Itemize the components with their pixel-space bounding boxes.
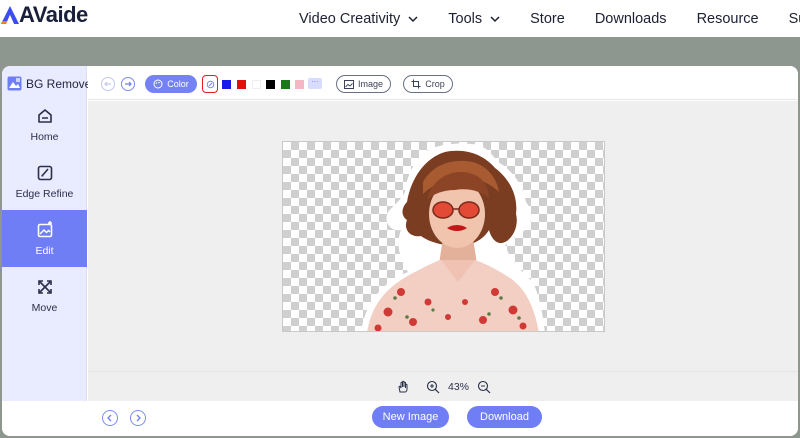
nav-store[interactable]: Store — [530, 11, 565, 27]
zoom-out-icon[interactable] — [477, 380, 491, 394]
swatch-pink[interactable] — [295, 80, 304, 89]
app-title: BG Remover — [7, 76, 95, 91]
new-image-button[interactable]: New Image — [372, 406, 449, 428]
sidebar-item-label: Edit — [35, 244, 54, 257]
sidebar-item-label: Home — [30, 130, 59, 143]
sidebar-item-edge-refine[interactable]: Edge Refine — [2, 153, 87, 210]
home-icon — [37, 108, 52, 123]
more-colors-button[interactable]: ··· — [308, 78, 322, 89]
zoom-in-icon[interactable] — [426, 380, 440, 394]
nav-label: Video Creativity — [299, 10, 401, 27]
image-button[interactable]: Image — [336, 75, 391, 93]
swatch-blue[interactable] — [222, 80, 231, 89]
next-button[interactable] — [130, 410, 146, 426]
crop-icon — [411, 79, 421, 89]
crop-button-label: Crop — [425, 79, 445, 89]
redo-button[interactable] — [121, 77, 135, 91]
swatch-green[interactable] — [281, 80, 290, 89]
image-preview[interactable] — [282, 141, 605, 332]
zoom-level: 43% — [448, 381, 470, 393]
site-header: AVaide Video Creativity Tools Store Down… — [0, 0, 800, 37]
subject-photo — [361, 143, 545, 331]
nav-tools[interactable]: Tools — [448, 11, 500, 27]
nav-support[interactable]: Support — [789, 11, 800, 27]
app-footer: New Image Download — [2, 401, 798, 436]
palette-icon — [153, 79, 163, 89]
sidebar-item-label: Move — [31, 301, 58, 314]
nav-resource[interactable]: Resource — [697, 11, 759, 27]
chevron-down-icon — [408, 15, 418, 22]
swatch-white[interactable] — [252, 80, 261, 89]
color-picker-button[interactable] — [202, 75, 218, 93]
zoom-controls: 43% — [396, 380, 491, 394]
image-icon — [343, 79, 354, 89]
sidebar-item-home[interactable]: Home — [2, 96, 87, 153]
zoom-bar: 43% — [88, 371, 798, 401]
edit-icon — [37, 220, 52, 237]
color-button-label: Color — [167, 79, 189, 89]
main-nav: Video Creativity Tools Store Downloads R… — [299, 0, 800, 37]
bg-remover-icon — [7, 76, 22, 91]
edge-refine-icon — [37, 165, 52, 180]
sidebar: BG Remover Home Edge Refine Edit Move — [2, 66, 95, 401]
color-button[interactable]: Color — [145, 75, 197, 93]
nav-label: Downloads — [594, 10, 667, 27]
nav-label: Store — [530, 10, 565, 27]
image-button-label: Image — [357, 79, 383, 89]
previous-button[interactable] — [102, 410, 118, 426]
swatch-black[interactable] — [266, 80, 275, 89]
nav-label: Support — [788, 10, 800, 27]
sidebar-item-edit[interactable]: Edit — [2, 210, 87, 267]
sidebar-item-move[interactable]: Move — [2, 267, 87, 324]
eyedropper-icon — [206, 80, 214, 88]
crop-button[interactable]: Crop — [403, 75, 453, 93]
logo-text: AVaide — [19, 2, 88, 27]
sidebar-item-label: Edge Refine — [15, 187, 74, 200]
chevron-down-icon — [490, 15, 500, 22]
redo-icon — [125, 81, 132, 87]
move-icon — [37, 279, 52, 294]
nav-video-creativity[interactable]: Video Creativity — [299, 11, 418, 27]
hand-pan-icon[interactable] — [396, 380, 410, 394]
app-title-label: BG Remover — [26, 76, 96, 91]
bg-remover-app: BG Remover Home Edge Refine Edit Move Co… — [2, 66, 798, 436]
edit-toolbar: Color ··· Image Crop — [88, 66, 798, 100]
swatch-red[interactable] — [237, 80, 246, 89]
chevron-right-icon — [136, 414, 141, 422]
undo-icon — [104, 81, 111, 87]
download-button[interactable]: Download — [467, 406, 542, 428]
undo-button[interactable] — [101, 77, 115, 91]
nav-downloads[interactable]: Downloads — [595, 11, 667, 27]
nav-label: Tools — [448, 10, 483, 27]
nav-label: Resource — [696, 10, 759, 27]
chevron-left-icon — [107, 414, 112, 422]
logo-mark-icon — [1, 6, 19, 24]
site-logo[interactable]: AVaide — [0, 2, 88, 28]
canvas-area — [88, 101, 798, 401]
